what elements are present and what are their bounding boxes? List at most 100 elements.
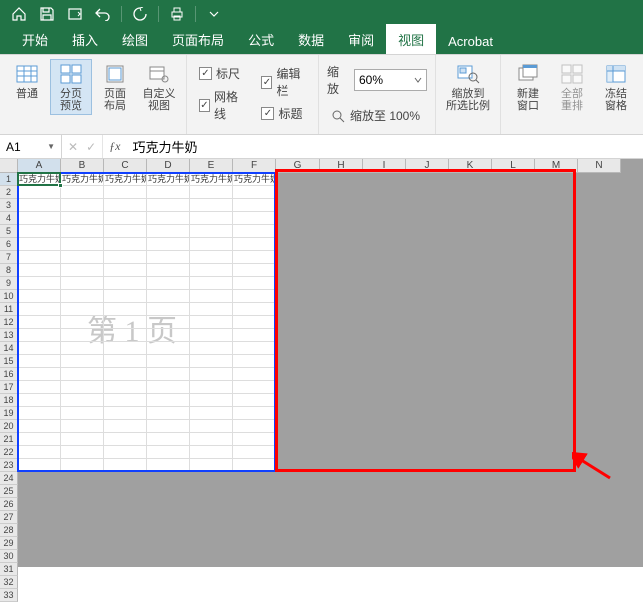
zoom-selection-button[interactable]: 缩放到 所选比例 (442, 59, 494, 115)
row-header-21[interactable]: 21 (0, 433, 18, 446)
row-header-8[interactable]: 8 (0, 264, 18, 277)
cell[interactable] (61, 433, 104, 446)
cell[interactable] (18, 277, 61, 290)
cell[interactable] (104, 212, 147, 225)
cell[interactable] (233, 264, 276, 277)
cell[interactable] (233, 186, 276, 199)
cell[interactable] (190, 212, 233, 225)
cell[interactable] (104, 303, 147, 316)
cell[interactable] (190, 433, 233, 446)
cell[interactable] (233, 420, 276, 433)
cell[interactable] (104, 433, 147, 446)
name-box[interactable]: A1 ▼ (0, 135, 62, 158)
cell[interactable] (18, 186, 61, 199)
select-all-corner[interactable] (0, 159, 18, 173)
zoom-100-button[interactable]: 缩放至 100% (327, 105, 424, 126)
fill-handle[interactable] (58, 183, 63, 188)
menu-tab-5[interactable]: 数据 (286, 24, 336, 54)
cell[interactable] (147, 225, 190, 238)
cell[interactable] (61, 420, 104, 433)
cell[interactable] (18, 459, 61, 472)
cell[interactable] (190, 303, 233, 316)
cell[interactable] (104, 368, 147, 381)
cell[interactable] (190, 316, 233, 329)
cell[interactable] (233, 394, 276, 407)
row-header-30[interactable]: 30 (0, 550, 18, 563)
cell[interactable] (61, 381, 104, 394)
cell[interactable] (233, 459, 276, 472)
view-custom-button[interactable]: 自定义 视图 (138, 59, 180, 115)
undo-icon[interactable] (90, 2, 116, 26)
cell[interactable]: 巧克力牛奶 (61, 173, 104, 186)
cell[interactable] (18, 212, 61, 225)
cell[interactable]: 巧克力牛奶 (233, 173, 276, 186)
cell[interactable]: 巧克力牛奶 (190, 173, 233, 186)
cell[interactable] (233, 368, 276, 381)
checkbox-ruler[interactable]: ✓标尺 (199, 65, 243, 82)
row-header-12[interactable]: 12 (0, 316, 18, 329)
cell[interactable] (61, 342, 104, 355)
menu-tab-4[interactable]: 公式 (236, 24, 286, 54)
cell[interactable] (61, 303, 104, 316)
cell[interactable] (18, 394, 61, 407)
cell[interactable] (18, 264, 61, 277)
cell[interactable] (61, 238, 104, 251)
menu-tab-7[interactable]: 视图 (386, 24, 436, 54)
cell[interactable] (147, 355, 190, 368)
touch-mode-icon[interactable] (62, 2, 88, 26)
cell[interactable] (147, 277, 190, 290)
col-header-B[interactable]: B (61, 159, 104, 173)
cell[interactable] (104, 407, 147, 420)
cell[interactable] (233, 381, 276, 394)
view-normal-button[interactable]: 普通 (6, 59, 48, 103)
cell[interactable] (233, 212, 276, 225)
row-header-4[interactable]: 4 (0, 212, 18, 225)
cell[interactable] (61, 459, 104, 472)
cell[interactable] (18, 446, 61, 459)
col-header-A[interactable]: A (18, 159, 61, 173)
cell[interactable] (104, 355, 147, 368)
cell[interactable] (147, 420, 190, 433)
worksheet-area[interactable]: ABCDEFGHIJKLMN 1234567891011121314151617… (0, 159, 643, 567)
row-header-16[interactable]: 16 (0, 368, 18, 381)
column-headers[interactable]: ABCDEFGHIJKLMN (18, 159, 621, 173)
row-header-7[interactable]: 7 (0, 251, 18, 264)
cell[interactable] (233, 251, 276, 264)
formula-input[interactable]: 巧克力牛奶 (126, 135, 643, 158)
cell[interactable] (147, 316, 190, 329)
qat-customize-icon[interactable] (201, 2, 227, 26)
cell[interactable] (233, 277, 276, 290)
cell[interactable] (233, 342, 276, 355)
cell[interactable] (104, 316, 147, 329)
col-header-I[interactable]: I (363, 159, 406, 173)
cell[interactable] (61, 290, 104, 303)
cell[interactable] (104, 342, 147, 355)
cell[interactable] (190, 368, 233, 381)
cell[interactable] (147, 381, 190, 394)
cell[interactable] (147, 251, 190, 264)
row-header-33[interactable]: 33 (0, 589, 18, 602)
row-header-6[interactable]: 6 (0, 238, 18, 251)
home-icon[interactable] (6, 2, 32, 26)
page-print-area[interactable]: 第 1 页 巧克力牛奶巧克力牛奶巧克力牛奶巧克力牛奶巧克力牛奶巧克力牛奶 (18, 173, 276, 472)
cell[interactable] (190, 407, 233, 420)
cell[interactable] (190, 420, 233, 433)
cell[interactable] (190, 277, 233, 290)
cell[interactable] (190, 238, 233, 251)
cell[interactable] (61, 446, 104, 459)
cell[interactable] (18, 381, 61, 394)
cell[interactable] (233, 199, 276, 212)
cell[interactable] (147, 394, 190, 407)
cell[interactable] (18, 329, 61, 342)
cell[interactable] (61, 329, 104, 342)
cell[interactable] (190, 264, 233, 277)
row-header-17[interactable]: 17 (0, 381, 18, 394)
fx-icon[interactable]: ƒx (103, 135, 126, 158)
cell[interactable] (147, 342, 190, 355)
checkbox-gridlines[interactable]: ✓网格线 (199, 88, 243, 122)
cell[interactable]: 巧克力牛奶 (147, 173, 190, 186)
checkbox-formulabar[interactable]: ✓编辑栏 (261, 65, 305, 99)
cell[interactable] (233, 355, 276, 368)
row-header-18[interactable]: 18 (0, 394, 18, 407)
cell[interactable]: 巧克力牛奶 (104, 173, 147, 186)
